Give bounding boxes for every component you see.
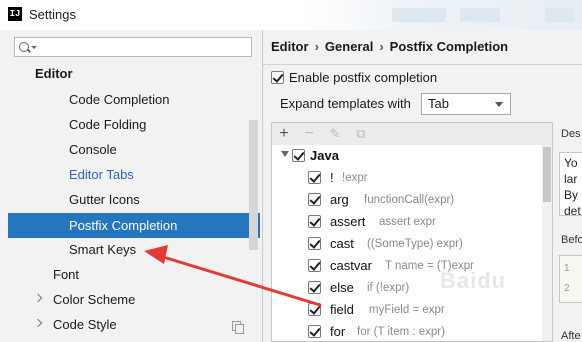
add-icon[interactable]: + (276, 126, 292, 142)
template-hint: for (T item : expr) (357, 326, 445, 338)
scrollbar-thumb[interactable] (543, 147, 551, 202)
tree-section-editor[interactable]: Editor (35, 62, 73, 86)
template-checkbox[interactable] (308, 281, 321, 294)
breadcrumb-item: General (324, 39, 374, 54)
template-checkbox[interactable] (308, 171, 321, 184)
template-name: castvar (330, 258, 372, 273)
tree-item-console[interactable]: Console (69, 138, 117, 162)
template-hint: !expr (342, 172, 368, 184)
template-row[interactable]: ! !expr (308, 167, 538, 189)
tree-item-code-folding[interactable]: Code Folding (69, 113, 146, 137)
template-row[interactable]: field myField = expr (308, 299, 538, 321)
edit-icon[interactable]: ✎ (327, 126, 343, 142)
chevron-right-icon[interactable] (33, 293, 43, 303)
template-checkbox[interactable] (308, 193, 321, 206)
template-row[interactable]: cast ((SomeType) expr) (308, 233, 538, 255)
template-name: else (330, 280, 354, 295)
search-input[interactable] (14, 37, 252, 57)
group-label: Java (310, 148, 339, 163)
template-hint: if (!expr) (367, 282, 410, 294)
description-label: Des (561, 128, 581, 140)
chevron-down-icon (495, 102, 503, 107)
sidebar-scrollbar[interactable] (249, 120, 258, 250)
template-checkbox[interactable] (308, 259, 321, 272)
template-name: field (330, 302, 354, 317)
template-hint: assert expr (379, 216, 436, 228)
description-line: det (564, 204, 581, 216)
template-row[interactable]: assert assert expr (308, 211, 538, 233)
template-row[interactable]: for for (T item : expr) (308, 321, 538, 341)
tree-item-editor-tabs[interactable]: Editor Tabs (69, 163, 134, 187)
tree-item-code-completion[interactable]: Code Completion (69, 88, 169, 112)
settings-sidebar: Editor Code Completion Code Folding Cons… (0, 30, 263, 342)
app-logo-icon: IJ (8, 7, 22, 21)
divider (263, 64, 582, 65)
template-checkbox[interactable] (308, 325, 321, 338)
description-line: By (564, 188, 579, 202)
enable-postfix-checkbox[interactable] (271, 71, 284, 84)
tree-item-smart-keys[interactable]: Smart Keys (69, 238, 136, 262)
background-tab (545, 8, 575, 22)
expand-templates-select[interactable]: Tab (421, 93, 511, 115)
search-icon (19, 42, 29, 52)
line-number: 2 (564, 283, 570, 294)
template-hint: functionCall(expr) (364, 194, 455, 206)
duplicate-icon[interactable]: ⧉ (353, 126, 369, 142)
after-label: Afte (561, 330, 581, 342)
template-group-java[interactable]: Java (276, 145, 536, 167)
chevron-right-icon[interactable] (33, 318, 43, 328)
background-tab (460, 8, 500, 22)
before-preview: 1 2 (559, 255, 582, 303)
template-hint: ((SomeType) expr) (367, 238, 463, 250)
template-checkbox[interactable] (308, 303, 321, 316)
before-label: Befo (561, 234, 582, 246)
chevron-down-icon[interactable] (281, 151, 289, 157)
template-name: assert (330, 214, 366, 229)
templates-toolbar: + − ✎ ⧉ (271, 122, 553, 146)
breadcrumb-item: Editor (271, 39, 309, 54)
breadcrumb-separator: › (379, 39, 384, 54)
breadcrumb: Editor › General › Postfix Completion (271, 39, 508, 54)
settings-main-panel: Editor › General › Postfix Completion Enable… (263, 30, 582, 342)
template-hint: myField = expr (369, 304, 445, 316)
enable-postfix-label: Enable postfix completion (289, 70, 438, 85)
template-checkbox[interactable] (308, 237, 321, 250)
breadcrumb-item: Postfix Completion (389, 39, 509, 54)
watermark: Baidu (440, 268, 507, 293)
tree-item-gutter-icons[interactable]: Gutter Icons (69, 188, 140, 212)
template-name: ! (330, 170, 334, 185)
window-title: Settings (29, 7, 76, 22)
template-row[interactable]: arg functionCall(expr) (308, 189, 538, 211)
tree-item-postfix-completion[interactable]: Postfix Completion (8, 213, 260, 238)
template-checkbox[interactable] (308, 215, 321, 228)
template-name: for (330, 324, 346, 339)
description-box: Yo lar By det (559, 152, 582, 216)
description-line: lar (564, 172, 578, 186)
group-checkbox[interactable] (292, 149, 305, 162)
expand-templates-value: Tab (428, 96, 449, 111)
template-name: arg (330, 192, 349, 207)
tree-item-code-style[interactable]: Code Style (53, 313, 117, 337)
templates-list: Java ! !expr arg functionCall(expr) asse… (271, 145, 553, 342)
chevron-down-icon[interactable] (31, 46, 37, 49)
templates-scrollbar[interactable] (542, 145, 552, 341)
description-line: Yo (564, 156, 578, 170)
tree-item-label: Postfix Completion (69, 218, 178, 233)
template-name: cast (330, 236, 354, 251)
copy-settings-icon[interactable] (232, 321, 244, 334)
line-number: 1 (564, 263, 570, 274)
background-tab (392, 8, 446, 22)
title-bar: IJ Settings (0, 0, 582, 30)
tree-item-font[interactable]: Font (53, 263, 79, 287)
remove-icon[interactable]: − (301, 126, 317, 142)
expand-templates-label: Expand templates with (280, 96, 411, 111)
tree-item-color-scheme[interactable]: Color Scheme (53, 288, 135, 312)
breadcrumb-separator: › (314, 39, 319, 54)
